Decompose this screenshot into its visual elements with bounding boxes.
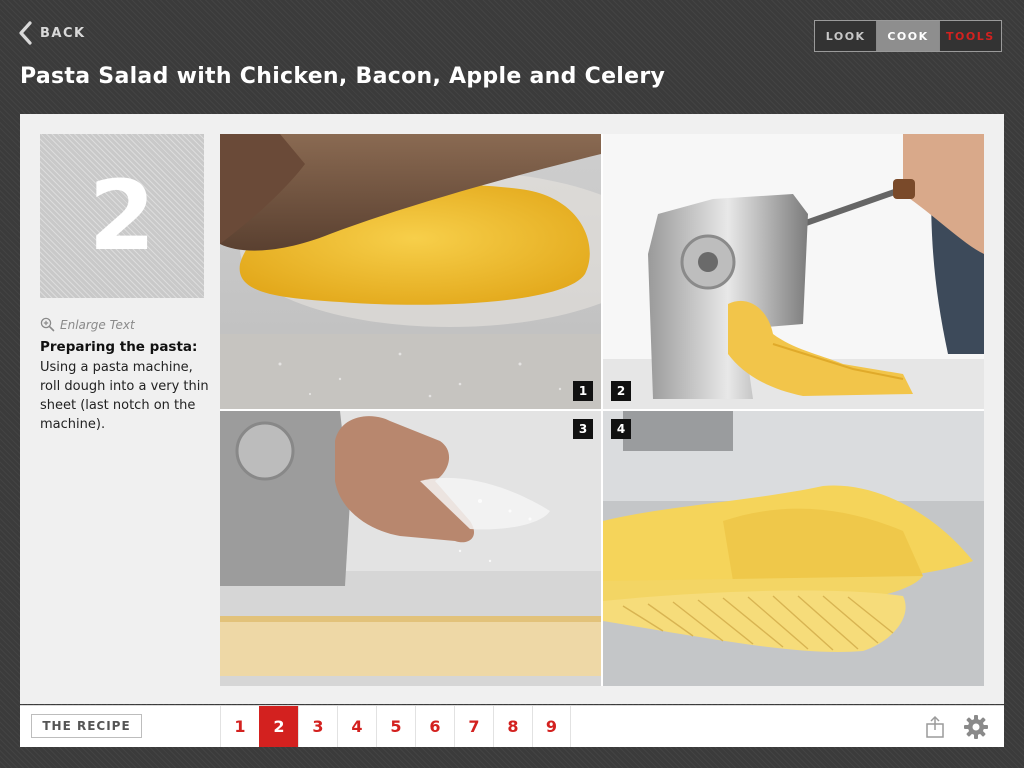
step-pager: 1 2 3 4 5 6 7 8 9	[220, 706, 571, 747]
photo-grid: 1 2 3 4	[220, 134, 984, 686]
chevron-left-icon	[19, 21, 32, 45]
photo-flour-dusting[interactable]: 3	[220, 411, 601, 686]
photo-badge: 4	[611, 419, 631, 439]
step-heading: Preparing the pasta:	[40, 339, 198, 355]
tab-cook[interactable]: COOK	[876, 21, 939, 51]
page-link-5[interactable]: 5	[376, 706, 415, 747]
page-link-2[interactable]: 2	[259, 706, 298, 747]
the-recipe-button[interactable]: THE RECIPE	[31, 714, 142, 738]
page-link-8[interactable]: 8	[493, 706, 532, 747]
photo-pasta-sheets[interactable]: 4	[603, 411, 984, 686]
photo-badge: 3	[573, 419, 593, 439]
mode-switcher: LOOK COOK TOOLS	[814, 20, 1002, 52]
page-link-1[interactable]: 1	[220, 706, 259, 747]
photo-badge: 1	[573, 381, 593, 401]
zoom-in-icon	[40, 317, 55, 332]
photo-rolling-dough[interactable]: 1	[220, 134, 601, 409]
back-button[interactable]: BACK	[18, 20, 86, 46]
bottom-toolbar: THE RECIPE 1 2 3 4 5 6 7 8 9	[20, 705, 1004, 747]
back-label: BACK	[40, 25, 86, 41]
tab-tools[interactable]: TOOLS	[938, 21, 1001, 51]
page-link-6[interactable]: 6	[415, 706, 454, 747]
page-link-9[interactable]: 9	[532, 706, 571, 747]
page-link-7[interactable]: 7	[454, 706, 493, 747]
page-link-4[interactable]: 4	[337, 706, 376, 747]
photo-pasta-machine[interactable]: 2	[603, 134, 984, 409]
enlarge-text-button[interactable]: Enlarge Text	[40, 317, 135, 332]
step-panel: 2 Enlarge Text Preparing the pasta: Usin…	[20, 114, 1004, 704]
enlarge-text-label: Enlarge Text	[60, 317, 135, 332]
page-link-3[interactable]: 3	[298, 706, 337, 747]
step-description: Using a pasta machine, roll dough into a…	[40, 360, 209, 432]
tab-look[interactable]: LOOK	[815, 21, 876, 51]
share-icon[interactable]	[924, 715, 946, 739]
photo-badge: 2	[611, 381, 631, 401]
step-number-box: 2	[40, 134, 204, 298]
gear-icon[interactable]	[963, 714, 989, 740]
step-number: 2	[88, 160, 156, 272]
page-title: Pasta Salad with Chicken, Bacon, Apple a…	[20, 64, 666, 89]
